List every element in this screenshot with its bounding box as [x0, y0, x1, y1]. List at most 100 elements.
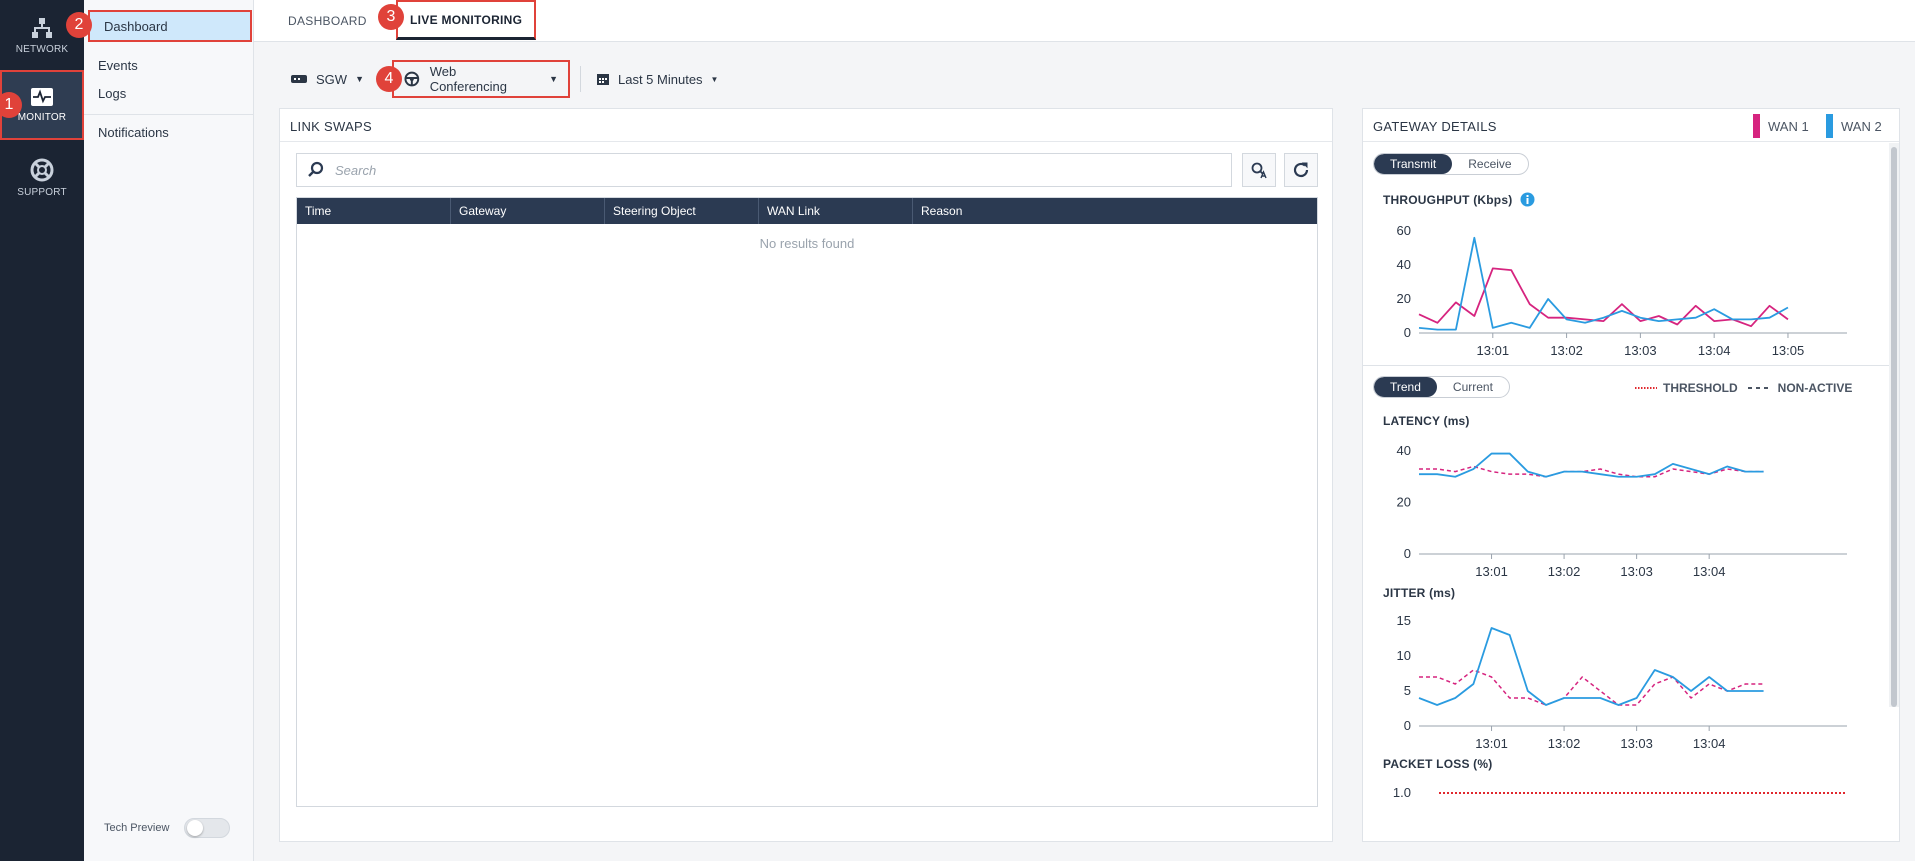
step-badge-2: 2: [66, 12, 92, 38]
y-tick-label: 40: [1397, 257, 1411, 272]
y-tick-label: 20: [1397, 495, 1411, 510]
tech-preview-label: Tech Preview: [104, 822, 170, 834]
refresh-icon: [1293, 162, 1309, 178]
threshold-line-icon: [1635, 387, 1657, 389]
search-icon: [308, 161, 324, 177]
transmit-receive-toggle: Transmit Receive: [1373, 153, 1529, 175]
tab-dashboard[interactable]: DASHBOARD: [288, 0, 367, 42]
gateway-details-title: GATEWAY DETAILS: [1373, 119, 1497, 134]
subnav-dashboard[interactable]: Dashboard: [88, 10, 252, 42]
monitor-icon: [31, 88, 53, 106]
sub-navigation: Dashboard Events Logs Notifications Tech…: [84, 0, 254, 861]
series-line-wan-2: [1419, 452, 1764, 478]
search-input[interactable]: [335, 155, 1231, 185]
info-icon[interactable]: [1520, 192, 1535, 207]
gateway-icon: [291, 75, 307, 83]
link-swaps-panel: LINK SWAPS Time Gateway: [279, 108, 1333, 842]
column-header-time[interactable]: Time: [297, 198, 451, 224]
legend-wan1: WAN 1: [1753, 114, 1809, 138]
support-icon: [30, 158, 54, 182]
subnav-notifications[interactable]: Notifications: [98, 125, 169, 140]
tech-preview-setting: Tech Preview: [104, 818, 230, 838]
jitter-chart-title: JITTER (ms): [1383, 586, 1456, 600]
column-header-reason[interactable]: Reason: [913, 198, 1317, 224]
rail-monitor-label: MONITOR: [17, 112, 67, 123]
panel-divider: [280, 141, 1332, 142]
network-icon: [32, 18, 52, 38]
chevron-down-icon: ▼: [710, 74, 719, 84]
legend-label-wan2: WAN 2: [1841, 118, 1882, 134]
icon-rail: NETWORK MONITOR SUPPORT: [0, 0, 84, 861]
trend-option[interactable]: Trend: [1374, 377, 1437, 397]
non-active-label: NON-ACTIVE: [1777, 381, 1853, 395]
search-options-button[interactable]: [1242, 153, 1276, 187]
x-tick-label: 13:02: [1548, 564, 1581, 579]
receive-option[interactable]: Receive: [1452, 154, 1527, 174]
subnav-divider: [84, 114, 254, 115]
subnav-logs[interactable]: Logs: [98, 86, 126, 101]
gateway-filter[interactable]: SGW ▼: [290, 62, 364, 96]
y-tick-label: 60: [1397, 223, 1411, 238]
y-tick-label: 1.0: [1393, 785, 1411, 800]
x-tick-label: 13:03: [1620, 736, 1653, 751]
tab-live-monitoring[interactable]: LIVE MONITORING: [396, 0, 537, 40]
current-option[interactable]: Current: [1437, 377, 1509, 397]
section-divider: [1363, 365, 1889, 366]
series-line-wan-2: [1418, 627, 1764, 706]
legend-label-wan1: WAN 1: [1768, 118, 1809, 134]
step-badge-3: 3: [378, 4, 404, 30]
tech-preview-toggle[interactable]: [184, 818, 230, 838]
step-badge-4: 4: [376, 66, 402, 92]
throughput-chart-title: THROUGHPUT (Kbps): [1383, 192, 1535, 207]
column-header-gateway[interactable]: Gateway: [451, 198, 605, 224]
throughput-chart: 0 20 40 60 13:01 13:02 13:03 13:04 13:05: [1397, 223, 1847, 358]
y-tick-label: 0.5: [1393, 838, 1411, 842]
rail-support[interactable]: SUPPORT: [0, 144, 84, 212]
non-active-line-icon: [1747, 387, 1772, 389]
filter-divider: [580, 66, 581, 92]
x-tick-label: 13:02: [1550, 343, 1583, 358]
empty-state-message: No results found: [759, 236, 855, 251]
jitter-chart: 0 5 10 15 13:01 13:02 13:03 13:04: [1397, 613, 1847, 751]
x-tick-label: 13:02: [1548, 736, 1581, 751]
column-header-steering-object[interactable]: Steering Object: [605, 198, 759, 224]
time-range-filter[interactable]: Last 5 Minutes ▼: [596, 62, 718, 96]
latency-chart-title: LATENCY (ms): [1383, 414, 1470, 428]
y-tick-label: 15: [1397, 613, 1411, 628]
series-line-wan-1: [1419, 465, 1764, 478]
x-tick-label: 13:04: [1698, 343, 1731, 358]
y-tick-label: 5: [1404, 683, 1411, 698]
refresh-button[interactable]: [1284, 153, 1318, 187]
x-tick-label: 13:04: [1693, 564, 1726, 579]
y-tick-label: 10: [1397, 648, 1411, 663]
rail-network-label: NETWORK: [15, 44, 69, 55]
link-swaps-title: LINK SWAPS: [290, 119, 372, 134]
throughput-title-text: THROUGHPUT (Kbps): [1383, 193, 1513, 207]
y-tick-label: 20: [1397, 291, 1411, 306]
steering-object-label: Web Conferencing: [429, 64, 508, 94]
search-case-icon: [1251, 162, 1267, 179]
series-line-wan-1: [1419, 669, 1764, 706]
rail-support-label: SUPPORT: [17, 187, 67, 198]
panel-divider: [1363, 141, 1899, 142]
table-header: Time Gateway Steering Object WAN Link Re…: [297, 198, 1317, 224]
threshold-label: THRESHOLD: [1663, 381, 1738, 395]
x-tick-label: 13:03: [1624, 343, 1657, 358]
column-header-wan-link[interactable]: WAN Link: [759, 198, 913, 224]
steering-wheel-icon: [404, 71, 420, 87]
scrollbar-thumb[interactable]: [1891, 147, 1897, 707]
legend-swatch-wan2: [1826, 114, 1833, 138]
top-tab-bar: DASHBOARD LIVE MONITORING: [254, 0, 1915, 42]
y-tick-label: 0: [1404, 546, 1411, 561]
gateway-filter-label: SGW: [316, 71, 348, 87]
transmit-option[interactable]: Transmit: [1374, 154, 1453, 174]
x-tick-label: 13:01: [1475, 564, 1508, 579]
y-tick-label: 40: [1397, 443, 1411, 458]
link-swaps-table: Time Gateway Steering Object WAN Link Re…: [296, 197, 1318, 807]
threshold-legend: THRESHOLD NON-ACTIVE: [1635, 381, 1852, 395]
gateway-details-panel: GATEWAY DETAILS WAN 1 WAN 2 Transmit Rec…: [1362, 108, 1900, 842]
chevron-down-icon: ▼: [549, 74, 558, 84]
trend-current-toggle: Trend Current: [1373, 376, 1510, 398]
steering-object-filter[interactable]: Web Conferencing ▼: [392, 60, 570, 98]
subnav-events[interactable]: Events: [98, 58, 138, 73]
